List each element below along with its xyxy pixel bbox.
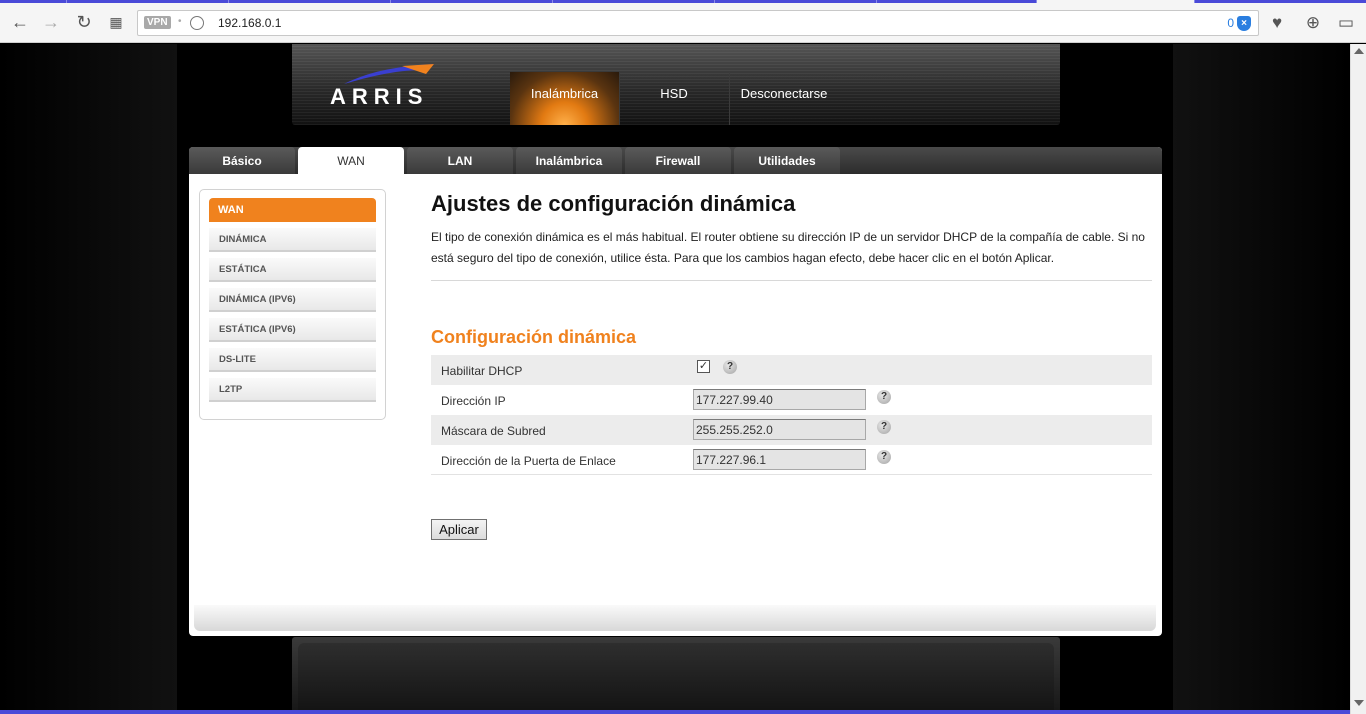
back-arrow-icon[interactable]: ← [9, 11, 31, 33]
divider [431, 280, 1152, 281]
scroll-up-icon[interactable] [1354, 48, 1364, 54]
ip-label: Dirección IP [441, 394, 506, 408]
tab-utilities[interactable]: Utilidades [734, 147, 840, 174]
page-description: El tipo de conexión dinámica es el más h… [431, 230, 1145, 265]
topnav-wireless[interactable]: Inalámbrica [510, 72, 619, 125]
gateway-label: Dirección de la Puerta de Enlace [441, 454, 616, 468]
main-panel: Básico WAN LAN Inalámbrica Firewall Util… [189, 147, 1162, 636]
sidebar-menu: WAN DINÁMICA ESTÁTICA DINÁMICA (IPV6) ES… [199, 189, 386, 420]
tab-lan[interactable]: LAN [407, 147, 513, 174]
tab-basic[interactable]: Básico [189, 147, 295, 174]
dhcp-row: Habilitar DHCP ✓ ? [431, 355, 1152, 385]
page-background-right [1173, 44, 1350, 714]
help-icon[interactable]: ? [877, 420, 891, 434]
tab-wireless[interactable]: Inalámbrica [516, 147, 622, 174]
tab-firewall[interactable]: Firewall [625, 147, 731, 174]
apply-button[interactable]: Aplicar [431, 519, 487, 540]
mask-label: Máscara de Subred [441, 424, 546, 438]
download-icon[interactable]: ⊕ [1300, 10, 1326, 36]
section-title: Configuración dinámica [431, 327, 637, 347]
tab-wan[interactable]: WAN [298, 147, 404, 174]
gateway-input[interactable] [693, 449, 866, 470]
sidebar-item-l2tp[interactable]: L2TP [209, 378, 376, 402]
heart-icon[interactable]: ♥ [1264, 10, 1290, 36]
dhcp-label: Habilitar DHCP [441, 364, 523, 378]
ip-address-input[interactable] [693, 389, 866, 410]
router-header: ARRIS Inalámbrica HSD Desconectarse [292, 44, 1060, 125]
sidebar-item-dynamic-ipv6[interactable]: DINÁMICA (IPV6) [209, 288, 376, 312]
dhcp-checkbox[interactable]: ✓ [697, 360, 710, 373]
vpn-badge[interactable]: VPN [144, 16, 171, 29]
url-text[interactable]: 192.168.0.1 [218, 16, 281, 30]
scrollbar[interactable] [1350, 44, 1366, 714]
help-icon[interactable]: ? [723, 360, 737, 374]
gateway-row: Dirección de la Puerta de Enlace ? [431, 445, 1152, 475]
panel-footer [194, 605, 1156, 631]
sidebar-item-dynamic[interactable]: DINÁMICA [209, 228, 376, 252]
ad-block-count[interactable]: 0 [1227, 16, 1234, 30]
footer-block [292, 637, 1060, 710]
ip-row: Dirección IP ? [431, 385, 1152, 415]
topnav-hsd[interactable]: HSD [620, 72, 728, 125]
table-bottom-line [431, 474, 1152, 475]
browser-toolbar: ← → ↻ ▦ VPN • 192.168.0.1 0 × ♥ ⊕ ▭ [0, 3, 1366, 43]
sidebar-item-static[interactable]: ESTÁTICA [209, 258, 376, 282]
sidebar-item-ds-lite[interactable]: DS-LITE [209, 348, 376, 372]
arris-logo[interactable]: ARRIS [330, 84, 428, 110]
mask-row: Máscara de Subred ? [431, 415, 1152, 445]
footer-inner [298, 643, 1054, 710]
shield-icon[interactable]: × [1237, 16, 1251, 31]
page-title: Ajustes de configuración dinámica [431, 191, 796, 216]
scroll-down-icon[interactable] [1354, 700, 1364, 706]
separator-dot: • [178, 16, 182, 27]
taskbar-edge [0, 710, 1350, 714]
topnav-logout[interactable]: Desconectarse [730, 72, 838, 125]
page-background-left [0, 44, 177, 714]
speed-dial-grid-icon[interactable]: ▦ [105, 11, 127, 33]
battery-icon[interactable]: ▭ [1333, 10, 1359, 36]
arris-swoosh-icon [344, 64, 434, 84]
help-icon[interactable]: ? [877, 450, 891, 464]
site-info-icon[interactable] [190, 16, 204, 30]
tab-bar: Básico WAN LAN Inalámbrica Firewall Util… [189, 147, 1162, 174]
sidebar-header[interactable]: WAN [209, 198, 376, 222]
subnet-mask-input[interactable] [693, 419, 866, 440]
forward-arrow-icon[interactable]: → [40, 11, 62, 33]
address-bar[interactable]: VPN • 192.168.0.1 0 × [137, 10, 1259, 36]
sidebar-item-static-ipv6[interactable]: ESTÁTICA (IPV6) [209, 318, 376, 342]
reload-icon[interactable]: ↻ [73, 11, 95, 33]
help-icon[interactable]: ? [877, 390, 891, 404]
